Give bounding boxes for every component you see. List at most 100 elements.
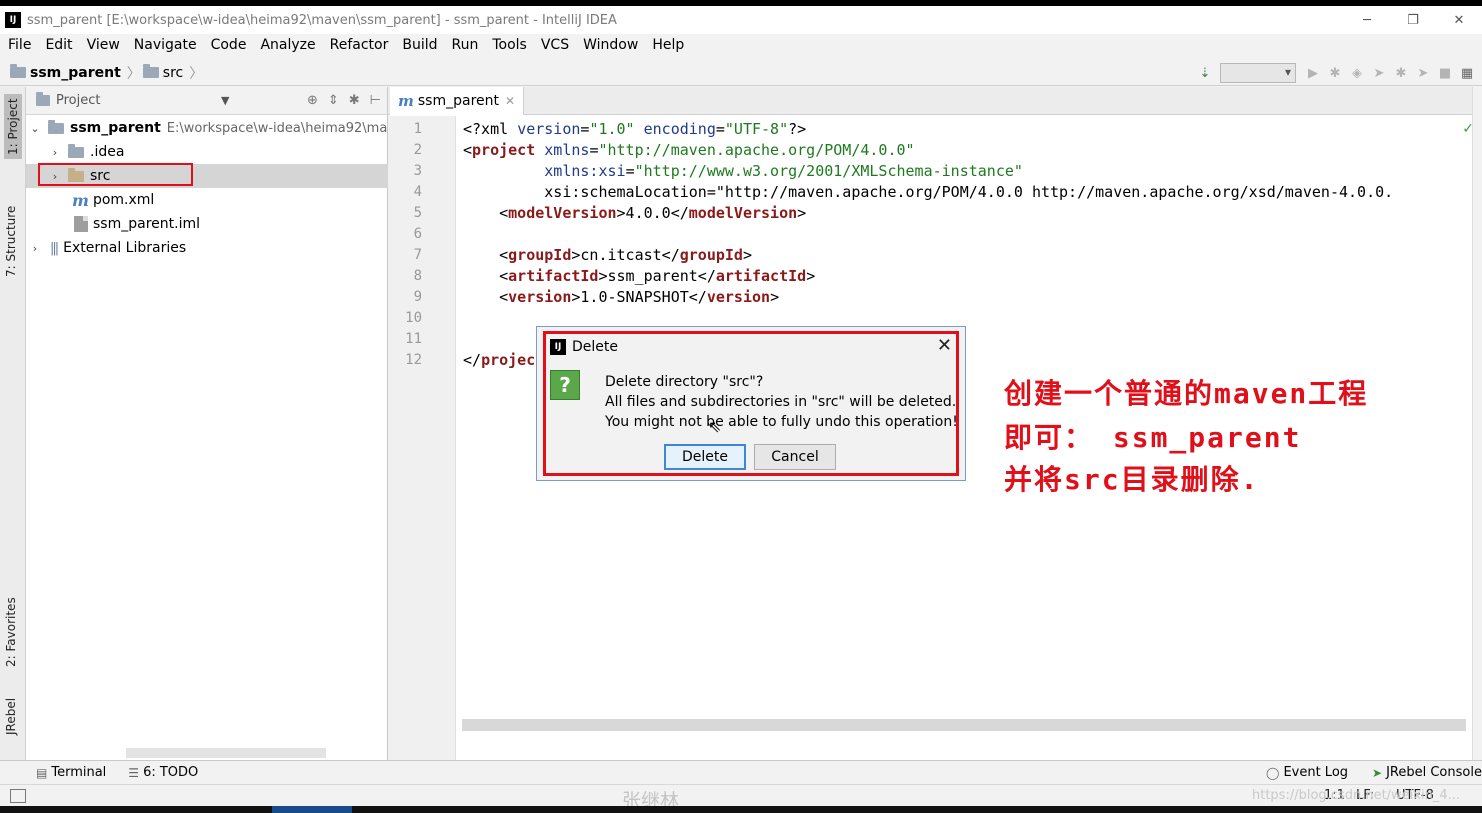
breadcrumb-project[interactable]: ssm_parent 〉	[10, 63, 141, 83]
window-title: ssm_parent [E:\workspace\w-idea\heima92\…	[27, 12, 617, 28]
menu-tools[interactable]: Tools	[492, 37, 527, 53]
project-view-label[interactable]: Project	[56, 93, 100, 108]
code-line[interactable]: <modelVersion>4.0.0</modelVersion>	[463, 204, 806, 222]
todo-tab[interactable]: ☰ 6: TODO	[128, 765, 198, 780]
project-view-icon	[36, 92, 50, 106]
close-icon[interactable]: ✕	[937, 335, 952, 356]
chevron-down-icon[interactable]: ▼	[221, 94, 229, 107]
locate-icon[interactable]: ⊕	[307, 93, 318, 108]
tool-windows-toggle-icon[interactable]	[10, 789, 26, 803]
code-line[interactable]: <groupId>cn.itcast</groupId>	[463, 246, 752, 264]
jrebel-icon[interactable]: ➤	[1416, 66, 1430, 81]
breadcrumb-separator: 〉	[126, 65, 141, 82]
code-line[interactable]: xmlns:xsi="http://www.w3.org/2001/XMLSch…	[463, 162, 1023, 180]
folder-icon	[10, 64, 26, 78]
gear-icon[interactable]: ✱	[349, 93, 360, 108]
hide-icon[interactable]: ⊢	[370, 93, 381, 108]
menu-refactor[interactable]: Refactor	[330, 37, 389, 53]
editor-vertical-scrollbar[interactable]	[1472, 87, 1482, 760]
menu-run[interactable]: Run	[452, 37, 479, 53]
left-tool-strip: 1: Project 7: Structure 2: Favorites JRe…	[0, 87, 26, 760]
annotation-line3: 并将src目录删除.	[1004, 463, 1260, 496]
tree-item-idea[interactable]: › .idea	[26, 140, 388, 164]
code-line[interactable]: <?xml version="1.0" encoding="UTF-8"?>	[463, 120, 806, 138]
todo-icon: ☰	[128, 765, 140, 780]
horizontal-scrollbar[interactable]	[126, 748, 326, 758]
watermark-url: https://blog.csdn.net/weixin_4...	[1252, 788, 1461, 803]
coverage-icon[interactable]: ◈	[1350, 66, 1364, 81]
code-line[interactable]: <artifactId>ssm_parent</artifactId>	[463, 267, 815, 285]
delete-button[interactable]: Delete	[664, 444, 746, 470]
menu-code[interactable]: Code	[211, 37, 247, 53]
collapse-icon[interactable]: ⇕	[328, 93, 339, 108]
editor-horizontal-scrollbar[interactable]	[462, 719, 1466, 731]
project-structure-icon[interactable]: ▦	[1460, 66, 1474, 81]
menu-analyze[interactable]: Analyze	[260, 37, 315, 53]
tab-structure[interactable]: 7: Structure	[4, 206, 18, 277]
tab-favorites[interactable]: 2: Favorites	[4, 597, 18, 667]
code-line[interactable]: <project xmlns="http://maven.apache.org/…	[463, 141, 915, 159]
menu-build[interactable]: Build	[402, 37, 437, 53]
tree-item-pom[interactable]: m pom.xml	[26, 188, 388, 212]
bottom-tool-bar: ▤ Terminal ☰ 6: TODO ◯ Event Log ➤ JRebe…	[0, 760, 1482, 784]
jrebel-run-icon[interactable]: ➤	[1372, 66, 1386, 81]
code-line[interactable]: <version>1.0-SNAPSHOT</version>	[463, 288, 779, 306]
dialog-body: ? Delete directory "src"? All files and …	[546, 360, 958, 473]
run-toolbar: ⇣ ▶ ✱ ◈ ➤ ✱ ➤ ■ ▦	[1198, 60, 1482, 86]
menu-help[interactable]: Help	[652, 37, 684, 53]
tab-project[interactable]: 1: Project	[4, 94, 22, 159]
menu-view[interactable]: View	[87, 37, 120, 53]
dialog-highlight-box: IJ Delete ✕ ? Delete directory "src"? Al…	[543, 331, 959, 476]
close-icon[interactable]: ✕	[505, 94, 515, 108]
menu-window[interactable]: Window	[583, 37, 638, 53]
window-controls: ─ ❐ ✕	[1344, 6, 1482, 34]
tree-item-label: External Libraries	[63, 240, 187, 256]
tree-item-external-libraries[interactable]: › ||| External Libraries	[26, 236, 388, 260]
chevron-right-icon[interactable]: ›	[28, 242, 42, 255]
tree-item-path: E:\workspace\w-idea\heima92\ma	[166, 120, 388, 136]
tab-jrebel[interactable]: JRebel	[4, 698, 18, 735]
menu-edit[interactable]: Edit	[45, 37, 72, 53]
tree-item-label: ssm_parent.iml	[93, 216, 200, 232]
project-panel-header: Project ▼ ⊕ ⇕ ✱ ⊢	[26, 87, 387, 115]
close-window-button[interactable]: ✕	[1436, 6, 1482, 34]
breadcrumb-project-label: ssm_parent	[30, 64, 121, 81]
breadcrumb-separator: 〉	[189, 65, 204, 82]
event-log-tab[interactable]: ◯ Event Log	[1266, 765, 1348, 780]
restore-button[interactable]: ❐	[1390, 6, 1436, 34]
title-bar: IJ ssm_parent [E:\workspace\w-idea\heima…	[0, 6, 1482, 34]
tree-item-ssm-parent[interactable]: ⌄ ssm_parent E:\workspace\w-idea\heima92…	[26, 116, 388, 140]
sort-icon[interactable]: ⇣	[1198, 66, 1212, 81]
menu-file[interactable]: File	[8, 37, 31, 53]
mouse-pointer-icon: ⇖	[708, 417, 722, 436]
tab-ssm-parent-pom[interactable]: m ssm_parent ✕	[390, 87, 525, 115]
menu-navigate[interactable]: Navigate	[134, 37, 197, 53]
annotation-line1: 创建一个普通的maven工程	[1004, 377, 1369, 410]
cancel-button[interactable]: Cancel	[754, 444, 836, 470]
stop-icon[interactable]: ■	[1438, 66, 1452, 81]
run-configuration-select[interactable]	[1220, 63, 1296, 83]
menu-vcs[interactable]: VCS	[541, 37, 569, 53]
terminal-tab[interactable]: ▤ Terminal	[36, 765, 106, 780]
intellij-logo-icon: IJ	[5, 12, 21, 28]
event-log-label: Event Log	[1283, 765, 1349, 780]
dialog-title: Delete	[572, 339, 618, 355]
tree-item-label: pom.xml	[92, 192, 155, 208]
code-line[interactable]: xsi:schemaLocation="http://maven.apache.…	[463, 183, 1393, 201]
tab-label: ssm_parent	[417, 93, 499, 109]
jrebel-console-tab[interactable]: ➤ JRebel Console	[1372, 765, 1482, 780]
chevron-down-icon[interactable]: ⌄	[28, 122, 42, 135]
tree-item-iml[interactable]: ssm_parent.iml	[26, 212, 388, 236]
run-icon[interactable]: ▶	[1306, 66, 1320, 81]
terminal-label: Terminal	[51, 765, 107, 780]
minimize-button[interactable]: ─	[1344, 6, 1390, 34]
src-highlight-box	[38, 163, 193, 186]
debug-icon[interactable]: ✱	[1328, 66, 1342, 81]
dialog-message-line3: You might not be able to fully undo this…	[605, 414, 958, 430]
breadcrumb-src[interactable]: src 〉	[142, 63, 204, 83]
jrebel-debug-icon[interactable]: ✱	[1394, 66, 1408, 81]
editor-tabs: m ssm_parent ✕	[388, 87, 1482, 115]
chevron-right-icon[interactable]: ›	[48, 146, 62, 159]
line-number: 1	[413, 121, 422, 137]
navigation-bar: ssm_parent 〉 src 〉 ⇣ ▶ ✱ ◈ ➤ ✱ ➤ ■ ▦	[0, 60, 1482, 86]
